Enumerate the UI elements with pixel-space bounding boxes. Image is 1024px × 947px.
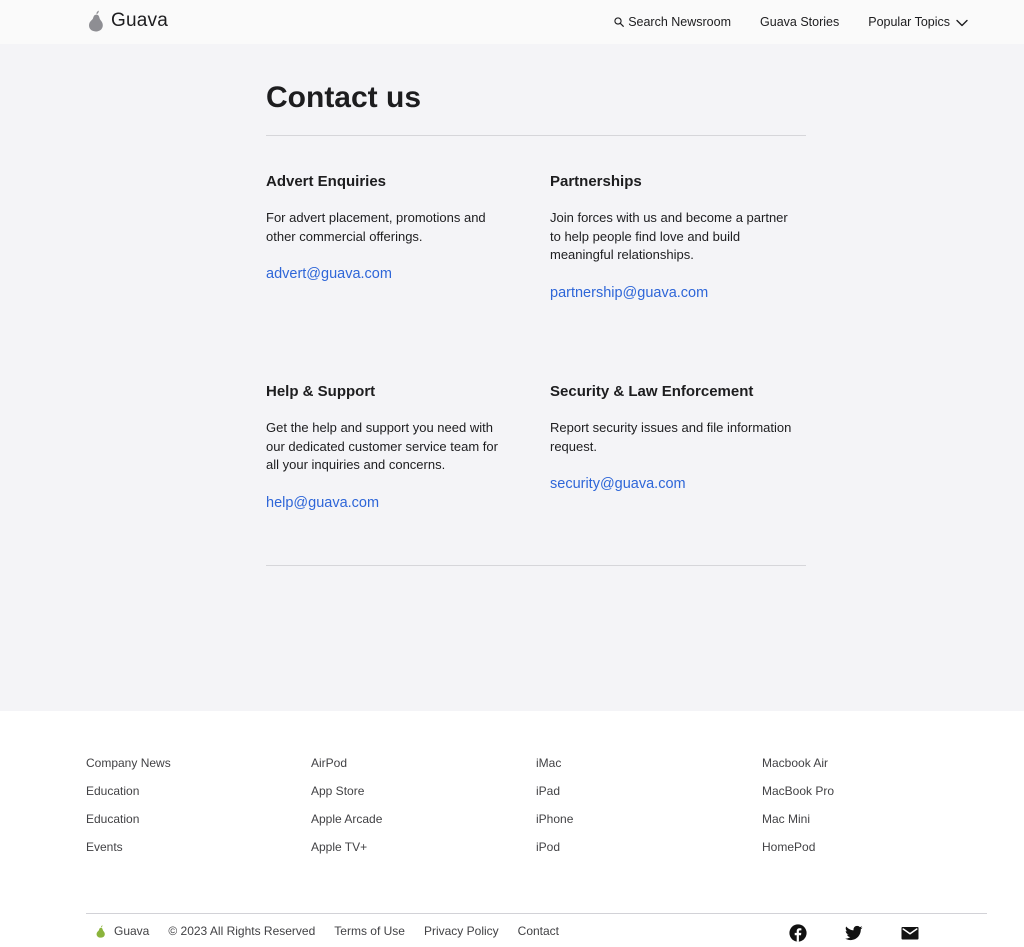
contact-card-security: Security & Law Enforcement Report securi… [550, 382, 798, 494]
chevron-down-icon [956, 19, 968, 27]
top-navigation-bar: Guava Search Newsroom Guava Stories Popu… [0, 0, 1024, 44]
privacy-policy-link[interactable]: Privacy Policy [424, 924, 499, 938]
footer-link[interactable]: MacBook Pro [762, 784, 834, 798]
footer-link[interactable]: Company News [86, 756, 171, 770]
mail-icon[interactable] [901, 924, 919, 942]
search-newsroom-label: Search Newsroom [628, 15, 732, 29]
footer-link[interactable]: Apple TV+ [311, 840, 382, 854]
contact-card-description: For advert placement, promotions and oth… [266, 210, 486, 244]
contact-card-partnerships: Partnerships Join forces with us and bec… [550, 172, 798, 303]
footer-link[interactable]: HomePod [762, 840, 834, 854]
security-email-link[interactable]: security@guava.com [550, 474, 686, 494]
terms-of-use-link[interactable]: Terms of Use [334, 924, 405, 938]
footer-link[interactable]: AirPod [311, 756, 382, 770]
help-email-link[interactable]: help@guava.com [266, 493, 379, 513]
popular-topics-dropdown[interactable]: Popular Topics [868, 15, 968, 29]
twitter-icon[interactable] [845, 924, 863, 942]
contact-card-heading: Advert Enquiries [266, 173, 387, 190]
footer-column-company: Company News Education Education Events [86, 756, 171, 868]
footer-bottom-bar: Guava © 2023 All Rights Reserved Terms o… [96, 924, 559, 938]
popular-topics-label: Popular Topics [868, 15, 950, 29]
header-nav: Search Newsroom Guava Stories Popular To… [614, 0, 968, 44]
contact-card-heading: Help & Support [266, 383, 376, 400]
contact-card-description: Report security issues and file informat… [550, 420, 792, 454]
facebook-icon[interactable] [789, 924, 807, 942]
guava-stories-link[interactable]: Guava Stories [760, 15, 839, 29]
search-icon [614, 17, 625, 27]
footer-link[interactable]: Mac Mini [762, 812, 834, 826]
brand-logo-link[interactable]: Guava [88, 10, 168, 32]
footer-link[interactable]: Events [86, 840, 171, 854]
contact-card-description: Join forces with us and become a partner… [550, 210, 788, 263]
footer-brand-name: Guava [114, 924, 150, 938]
contact-card-description: Get the help and support you need with o… [266, 420, 498, 473]
footer-link[interactable]: Education [86, 812, 171, 826]
page-title: Contact us [266, 81, 422, 114]
site-footer: Company News Education Education Events … [0, 711, 1024, 947]
footer-link[interactable]: iPhone [536, 812, 573, 826]
footer-link[interactable]: iPad [536, 784, 573, 798]
footer-divider [86, 913, 987, 914]
footer-link[interactable]: Education [86, 784, 171, 798]
footer-link[interactable]: Macbook Air [762, 756, 834, 770]
copyright-text: © 2023 All Rights Reserved [168, 924, 316, 938]
footer-column-services: AirPod App Store Apple Arcade Apple TV+ [311, 756, 382, 868]
guava-logo-icon [89, 10, 103, 32]
contact-card-advert: Advert Enquiries For advert placement, p… [266, 172, 514, 284]
footer-link[interactable]: App Store [311, 784, 382, 798]
content-bottom-divider [266, 565, 806, 566]
guava-mini-logo-icon [96, 924, 105, 938]
contact-card-heading: Partnerships [550, 173, 642, 190]
footer-column-devices: iMac iPad iPhone iPod [536, 756, 573, 868]
footer-column-macs: Macbook Air MacBook Pro Mac Mini HomePod [762, 756, 834, 868]
title-divider [266, 135, 806, 136]
footer-link[interactable]: iMac [536, 756, 573, 770]
contact-card-help-support: Help & Support Get the help and support … [266, 382, 514, 513]
search-newsroom-link[interactable]: Search Newsroom [614, 15, 731, 29]
footer-link[interactable]: Apple Arcade [311, 812, 382, 826]
footer-link[interactable]: iPod [536, 840, 573, 854]
advert-email-link[interactable]: advert@guava.com [266, 264, 392, 284]
main-content: Contact us Advert Enquiries For advert p… [0, 44, 1024, 711]
partnership-email-link[interactable]: partnership@guava.com [550, 283, 708, 303]
guava-stories-label: Guava Stories [760, 15, 840, 29]
brand-name: Guava [111, 10, 168, 31]
contact-link[interactable]: Contact [518, 924, 559, 938]
contact-card-heading: Security & Law Enforcement [550, 383, 754, 400]
